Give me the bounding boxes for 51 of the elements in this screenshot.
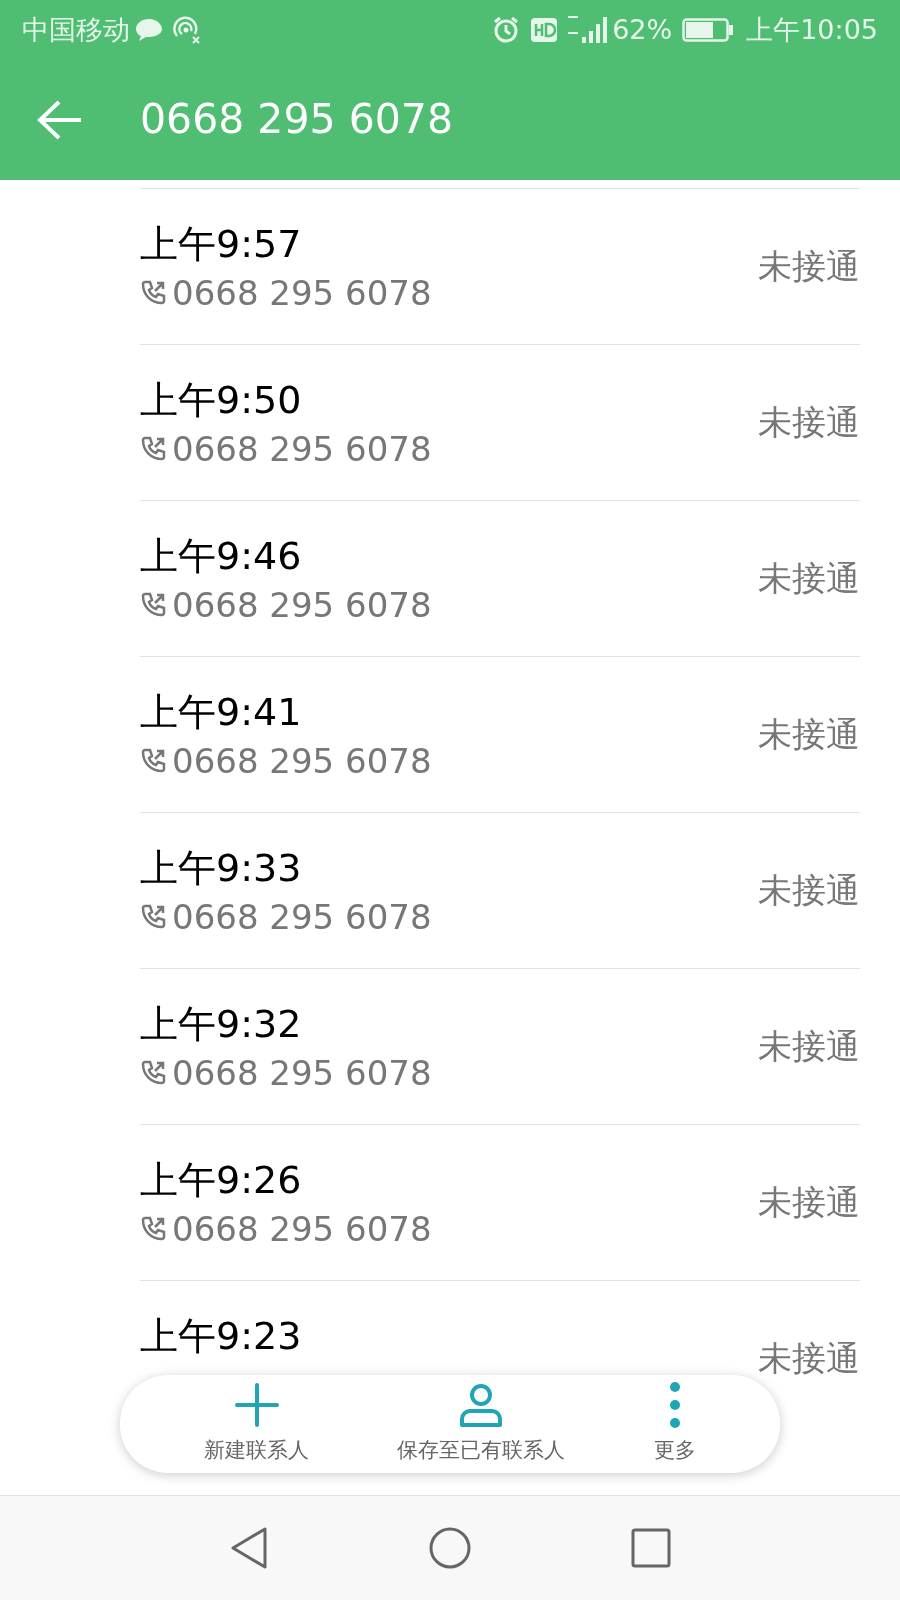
outgoing-call-icon: [140, 435, 166, 462]
call-status: 未接通: [758, 713, 860, 756]
phone-number: 0668 295 6078: [172, 427, 432, 471]
circle-icon: [428, 1526, 472, 1570]
action-button[interactable]: 保存至已有联系人: [393, 1381, 570, 1467]
phone-number: 0668 295 6078: [172, 895, 432, 939]
outgoing-call-icon: [140, 747, 166, 774]
call-time: 上午9:57: [140, 220, 303, 268]
more-icon: [668, 1381, 681, 1430]
call-status: 未接通: [758, 245, 860, 288]
outgoing-call-icon: [140, 279, 166, 306]
recents-nav-button[interactable]: [630, 1528, 671, 1568]
phone-number: 0668 295 6078: [172, 1207, 432, 1251]
alarm-icon: [492, 16, 521, 44]
action-button[interactable]: 新建联系人: [200, 1381, 314, 1467]
hotspot-icon: [172, 16, 202, 44]
call-status: 未接通: [758, 401, 860, 444]
outgoing-call-icon: [140, 1059, 166, 1086]
phone-number: 0668 295 6078: [172, 271, 432, 315]
call-time: 上午9:23: [140, 1312, 302, 1360]
phone-number: 0668 295 6078: [172, 583, 432, 627]
call-time: 上午9:33: [140, 844, 303, 892]
call-status: 未接通: [758, 869, 860, 912]
clock-time: 上午10:05: [746, 12, 878, 47]
outgoing-call-icon: [140, 591, 166, 618]
back-icon: [37, 100, 83, 140]
call-time: 上午9:50: [140, 376, 303, 424]
hd-icon: [530, 17, 559, 43]
page-title: 0668 295 6078: [140, 94, 453, 146]
call-time: 上午9:46: [140, 532, 303, 580]
phone-number: 0668 295 6078: [172, 739, 432, 783]
carrier-name: 中国移动: [22, 12, 130, 47]
battery-percent: 62%: [612, 12, 673, 47]
plus-icon: [232, 1381, 281, 1430]
square-icon: [630, 1528, 671, 1568]
home-nav-button[interactable]: [428, 1526, 472, 1570]
triangle-icon: [229, 1526, 270, 1570]
call-status: 未接通: [758, 1181, 860, 1224]
back-nav-button[interactable]: [229, 1526, 270, 1570]
outgoing-call-icon: [140, 1215, 166, 1242]
call-status: 未接通: [758, 1337, 860, 1380]
call-time: 上午9:32: [140, 1000, 303, 1048]
action-button[interactable]: 更多: [649, 1381, 700, 1467]
call-status: 未接通: [758, 557, 860, 600]
battery-icon: [682, 18, 735, 42]
call-status: 未接通: [758, 1025, 860, 1068]
call-time: 上午9:26: [140, 1156, 303, 1204]
chat-bubble-icon: [134, 17, 164, 43]
outgoing-call-icon: [140, 903, 166, 930]
call-time: 上午9:41: [140, 688, 303, 736]
phone-number: 0668 295 6078: [172, 1051, 432, 1095]
